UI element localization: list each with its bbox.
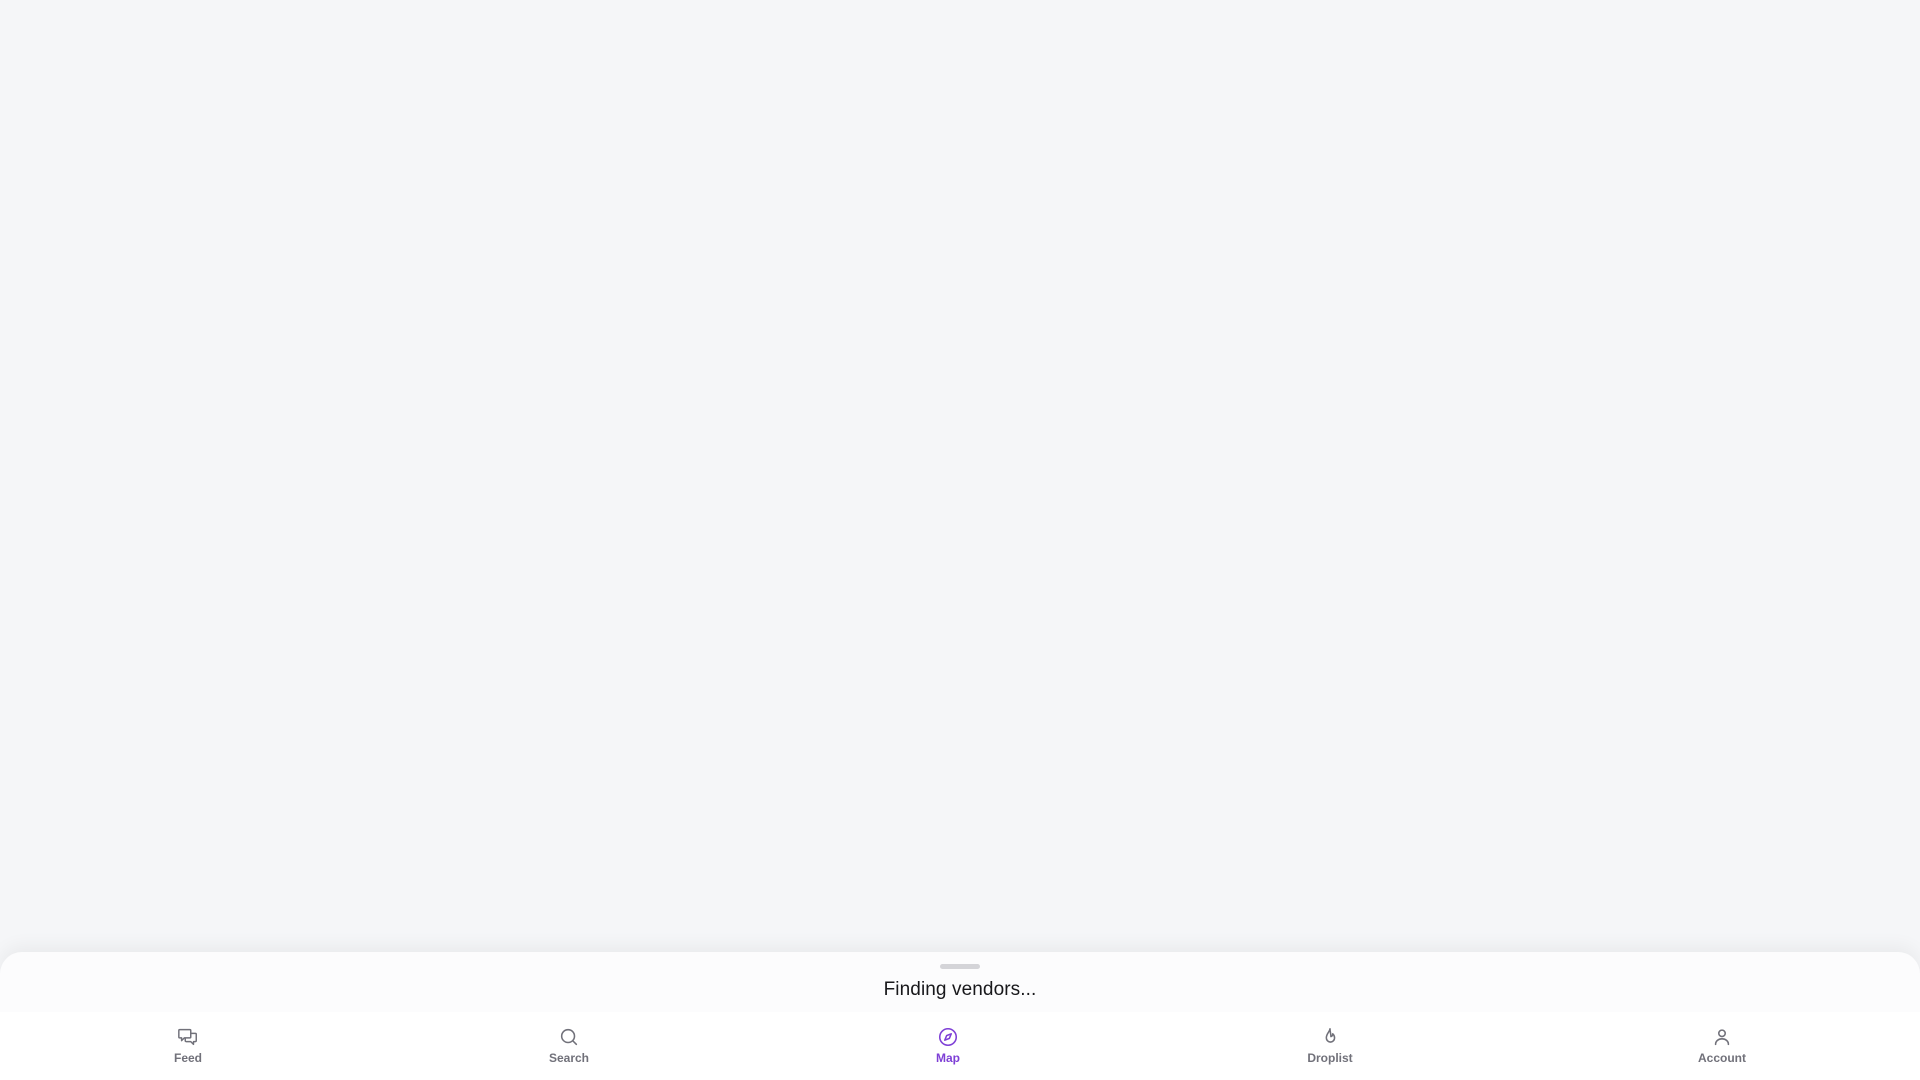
search-icon [560, 1028, 578, 1046]
tab-droplist-label: Droplist [1307, 1051, 1353, 1065]
flame-icon [1325, 1027, 1336, 1043]
vendor-bottom-sheet[interactable]: Finding vendors... [0, 952, 1920, 1012]
tab-account-label: Account [1698, 1051, 1746, 1065]
tab-account[interactable]: Account [1652, 1026, 1792, 1074]
tab-feed[interactable]: Feed [118, 1026, 258, 1074]
tab-search[interactable]: Search [499, 1026, 639, 1074]
compass-icon [938, 1027, 958, 1047]
tab-map-label: Map [936, 1051, 960, 1065]
chat-bubbles-icon [178, 1028, 197, 1046]
user-icon [1714, 1029, 1730, 1046]
map-canvas[interactable] [0, 0, 1920, 952]
sheet-status-text: Finding vendors... [883, 979, 1037, 1000]
tab-search-label: Search [548, 1051, 590, 1065]
bottom-tab-bar: Feed Search Map Droplist Account [0, 1012, 1920, 1080]
tab-map[interactable]: Map [878, 1026, 1018, 1074]
tab-feed-label: Feed [173, 1051, 202, 1065]
tab-droplist[interactable]: Droplist [1260, 1026, 1400, 1074]
sheet-drag-handle[interactable] [940, 964, 980, 969]
